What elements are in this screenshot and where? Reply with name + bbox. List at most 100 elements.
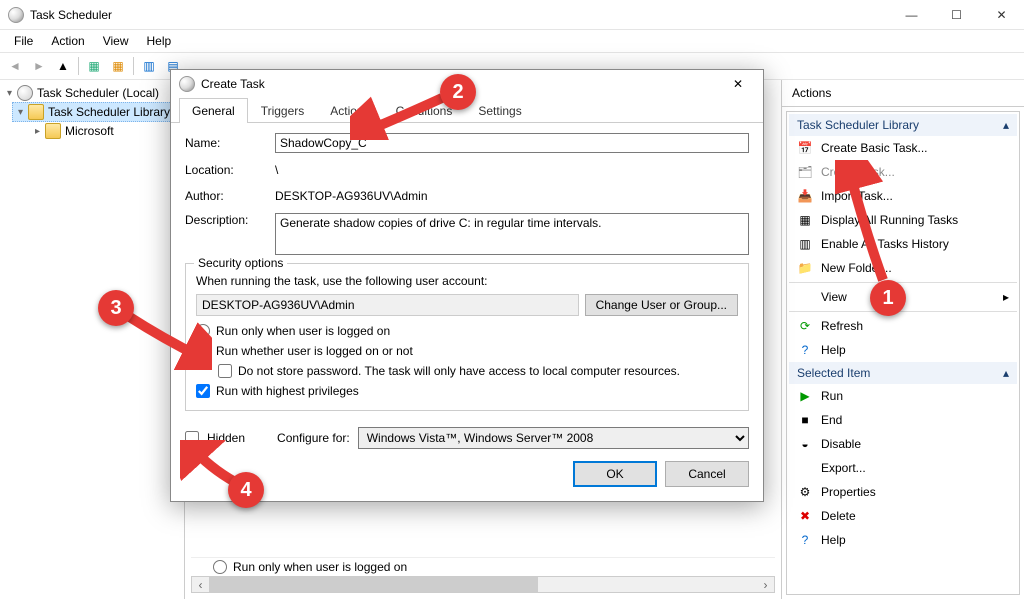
actions-section-selected[interactable]: Selected Item ▴ bbox=[789, 362, 1017, 384]
actions-header: Actions bbox=[782, 80, 1024, 107]
task-icon: 📅 bbox=[797, 140, 813, 156]
label-author: Author: bbox=[185, 189, 267, 203]
action-properties[interactable]: ⚙Properties bbox=[789, 480, 1017, 504]
toolbar-icon-3[interactable]: ▥ bbox=[138, 55, 160, 77]
collapse-icon[interactable]: ▴ bbox=[1003, 366, 1009, 380]
menu-help[interactable]: Help bbox=[139, 32, 180, 50]
toolbar-icon-2[interactable]: ▦ bbox=[107, 55, 129, 77]
action-run[interactable]: ▶Run bbox=[789, 384, 1017, 408]
arrow-1 bbox=[835, 160, 905, 290]
security-legend: Security options bbox=[194, 256, 287, 270]
action-disable[interactable]: ◒Disable bbox=[789, 432, 1017, 456]
chevron-right-icon: ▸ bbox=[1003, 290, 1009, 304]
actions-section-library[interactable]: Task Scheduler Library ▴ bbox=[789, 114, 1017, 136]
arrow-2 bbox=[350, 90, 450, 140]
configure-for-label: Configure for: bbox=[277, 431, 350, 445]
window-title: Task Scheduler bbox=[30, 8, 889, 22]
label-location: Location: bbox=[185, 163, 267, 177]
when-running-label: When running the task, use the following… bbox=[196, 274, 738, 288]
forward-button: ► bbox=[28, 55, 50, 77]
expand-icon[interactable]: ▸ bbox=[32, 126, 43, 137]
user-account-display: DESKTOP-AG936UV\Admin bbox=[196, 294, 579, 316]
cancel-button[interactable]: Cancel bbox=[665, 461, 749, 487]
action-delete[interactable]: ✖Delete bbox=[789, 504, 1017, 528]
up-button[interactable]: ▲ bbox=[52, 55, 74, 77]
callout-2: 2 bbox=[440, 74, 476, 110]
create-task-dialog: Create Task ✕ General Triggers Actions C… bbox=[170, 69, 764, 502]
task-icon: 🗂 bbox=[797, 164, 813, 180]
horizontal-scrollbar[interactable]: ‹ › bbox=[191, 576, 775, 593]
scheduler-icon bbox=[17, 85, 33, 101]
refresh-icon: ⟳ bbox=[797, 318, 813, 334]
tab-settings[interactable]: Settings bbox=[465, 98, 534, 123]
ok-button[interactable]: OK bbox=[573, 461, 657, 487]
security-options-group: Security options When running the task, … bbox=[185, 263, 749, 411]
app-icon bbox=[8, 7, 24, 23]
dialog-icon bbox=[179, 76, 195, 92]
folder-icon bbox=[45, 123, 61, 139]
bg-radio-row: Run only when user is logged on bbox=[191, 560, 775, 574]
tree-library-label: Task Scheduler Library bbox=[48, 105, 170, 119]
bg-radio[interactable] bbox=[213, 560, 227, 574]
highest-privileges-label: Run with highest privileges bbox=[216, 384, 359, 398]
no-store-password-checkbox[interactable] bbox=[218, 364, 232, 378]
scroll-left[interactable]: ‹ bbox=[192, 577, 209, 592]
action-create-basic-task[interactable]: 📅Create Basic Task... bbox=[789, 136, 1017, 160]
collapse-icon[interactable]: ▾ bbox=[4, 88, 15, 99]
menu-view[interactable]: View bbox=[95, 32, 137, 50]
disable-icon: ◒ bbox=[797, 436, 813, 452]
task-location: \ bbox=[275, 161, 749, 179]
collapse-icon[interactable]: ▾ bbox=[15, 107, 26, 118]
menu-file[interactable]: File bbox=[6, 32, 41, 50]
menu-action[interactable]: Action bbox=[43, 32, 92, 50]
delete-icon: ✖ bbox=[797, 508, 813, 524]
tab-general[interactable]: General bbox=[179, 98, 248, 123]
menu-bar: File Action View Help bbox=[0, 30, 1024, 52]
list-icon: ▦ bbox=[797, 212, 813, 228]
folder-icon: 📁 bbox=[797, 260, 813, 276]
configure-for-select[interactable]: Windows Vista™, Windows Server™ 2008 bbox=[358, 427, 749, 449]
stop-icon: ■ bbox=[797, 412, 813, 428]
arrow-3 bbox=[122, 310, 212, 370]
history-icon: ▥ bbox=[797, 236, 813, 252]
action-end[interactable]: ■End bbox=[789, 408, 1017, 432]
actions-pane: Actions Task Scheduler Library ▴ 📅Create… bbox=[782, 80, 1024, 599]
window-titlebar: Task Scheduler — ☐ ✕ bbox=[0, 0, 1024, 30]
close-button[interactable]: ✕ bbox=[979, 0, 1024, 30]
callout-1: 1 bbox=[870, 280, 906, 316]
tree-microsoft[interactable]: ▸ Microsoft bbox=[30, 122, 182, 140]
label-name: Name: bbox=[185, 136, 267, 150]
callout-4: 4 bbox=[228, 472, 264, 508]
run-whether-label: Run whether user is logged on or not bbox=[216, 344, 413, 358]
back-button: ◄ bbox=[4, 55, 26, 77]
play-icon: ▶ bbox=[797, 388, 813, 404]
minimize-button[interactable]: — bbox=[889, 0, 934, 30]
folder-icon bbox=[28, 104, 44, 120]
label-description: Description: bbox=[185, 213, 267, 227]
tree-root[interactable]: ▾ Task Scheduler (Local) bbox=[2, 84, 182, 102]
collapse-icon[interactable]: ▴ bbox=[1003, 118, 1009, 132]
highest-privileges-checkbox[interactable] bbox=[196, 384, 210, 398]
tab-triggers[interactable]: Triggers bbox=[248, 98, 318, 123]
tree-ms-label: Microsoft bbox=[65, 124, 114, 138]
run-logged-on-label: Run only when user is logged on bbox=[216, 324, 390, 338]
no-store-password-label: Do not store password. The task will onl… bbox=[238, 364, 680, 378]
maximize-button[interactable]: ☐ bbox=[934, 0, 979, 30]
task-description-input[interactable]: Generate shadow copies of drive C: in re… bbox=[275, 213, 749, 255]
action-export[interactable]: Export... bbox=[789, 456, 1017, 480]
action-refresh[interactable]: ⟳Refresh bbox=[789, 314, 1017, 338]
change-user-button[interactable]: Change User or Group... bbox=[585, 294, 738, 316]
import-icon: 📥 bbox=[797, 188, 813, 204]
bg-radio-label: Run only when user is logged on bbox=[233, 560, 407, 574]
action-help[interactable]: ?Help bbox=[789, 338, 1017, 362]
dialog-close-button[interactable]: ✕ bbox=[721, 73, 755, 95]
scroll-right[interactable]: › bbox=[757, 577, 774, 592]
tree-library[interactable]: ▾ Task Scheduler Library bbox=[12, 102, 182, 122]
help-icon: ? bbox=[797, 532, 813, 548]
task-name-input[interactable] bbox=[275, 133, 749, 153]
toolbar-icon-1[interactable]: ▦ bbox=[83, 55, 105, 77]
properties-icon: ⚙ bbox=[797, 484, 813, 500]
task-author: DESKTOP-AG936UV\Admin bbox=[275, 187, 749, 205]
action-help-2[interactable]: ?Help bbox=[789, 528, 1017, 552]
callout-3: 3 bbox=[98, 290, 134, 326]
